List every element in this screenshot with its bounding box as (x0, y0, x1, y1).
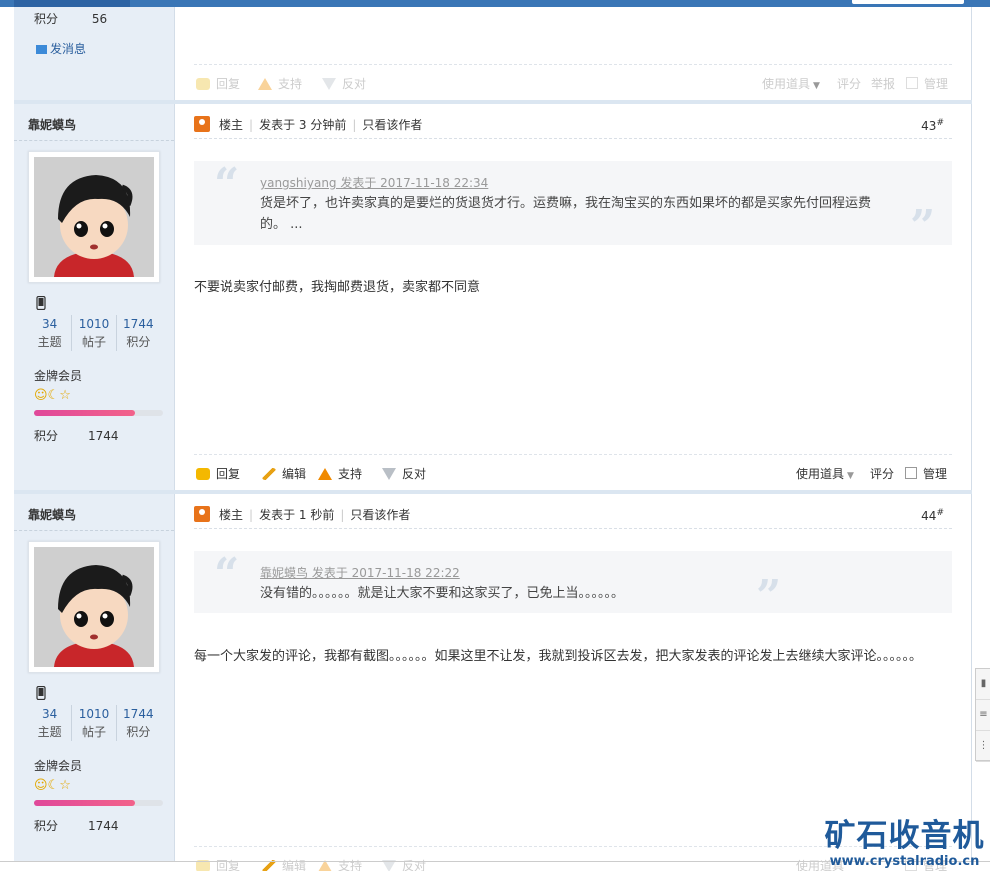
post-separator (14, 490, 972, 494)
watermark-url: www.crystalradio.cn (829, 854, 980, 869)
poster-icon (194, 506, 210, 522)
author-stats: 34 主题 1010 帖子 1744 积分 (28, 705, 160, 741)
reply-icon (196, 78, 210, 90)
oppose-button[interactable]: 反对 (382, 465, 426, 482)
checkbox-icon (905, 467, 917, 479)
search-box[interactable] (852, 0, 964, 4)
avatar[interactable] (28, 151, 160, 283)
chevron-down-icon: ▼ (847, 471, 854, 481)
report-button[interactable]: 举报 (871, 75, 895, 92)
level-progress-fill (34, 800, 135, 806)
quote-block: “ 靠妮蟆鸟 发表于 2017-11-18 22:22 没有错的。。。。。。就是… (194, 549, 952, 619)
author-stats: 34 主题 1010 帖子 1744 积分 (28, 315, 160, 351)
post-header: 楼主 | 发表于 3 分钟前 | 只看该作者 43# (194, 116, 952, 139)
close-quote-icon: ” (910, 201, 936, 252)
credit-row: 积分 1744 (34, 819, 119, 833)
quote-block: “ yangshiyang 发表于 2017-11-18 22:34 货是坏了，… (194, 159, 952, 249)
avatar[interactable] (28, 541, 160, 673)
level-progress-bar (34, 800, 163, 806)
close-quote-icon: ” (756, 571, 782, 622)
oppose-icon (382, 468, 396, 480)
open-quote-icon: “ (214, 549, 240, 600)
support-icon (258, 78, 272, 90)
post-body: 每一个大家发的评论，我都有截图。。。。。。如果这里不让发，我就到投诉区去发，把大… (194, 649, 923, 664)
only-author-link[interactable]: 只看该作者 (350, 508, 410, 522)
user-group[interactable]: 金牌会员 (34, 367, 82, 384)
support-icon (318, 468, 332, 480)
reply-button[interactable]: 回复 (196, 75, 240, 92)
medal-icons: ☺☾☆ (34, 778, 71, 793)
edit-button[interactable]: 编辑 (262, 857, 306, 871)
author-name[interactable]: 靠妮蟆鸟 (28, 116, 76, 133)
watermark-title: 矿石收音机 (824, 818, 985, 854)
top-nav-bar (0, 0, 990, 7)
open-quote-icon: “ (214, 159, 240, 210)
floating-toolbar: ▮ ≡ ⋮ (975, 668, 990, 762)
list-icon[interactable]: ⋮ (976, 731, 990, 762)
credit-row: 积分 1744 (34, 429, 119, 443)
stat-credits[interactable]: 1744 积分 (117, 705, 160, 741)
post-body: 不要说卖家付邮费，我掏邮费退货，卖家都不同意 (194, 280, 481, 295)
checkbox-icon (906, 77, 918, 89)
oppose-button[interactable]: 反对 (322, 75, 366, 92)
op-label: 楼主 (219, 508, 244, 522)
reply-button[interactable]: 回复 (196, 857, 240, 871)
quote-author-link[interactable]: yangshiyang 发表于 2017-11-18 22:34 (260, 174, 488, 191)
quote-text: 货是坏了，也许卖家真的是要烂的货退货才行。运费嘛，我在淘宝买的东西如果坏的都是买… (260, 196, 872, 232)
stat-threads[interactable]: 34 主题 (28, 705, 73, 741)
manage-checkbox[interactable]: 管理 (905, 465, 947, 482)
post-time: 发表于 1 秒前 (259, 508, 335, 522)
pencil-icon (262, 468, 276, 480)
user-group[interactable]: 金牌会员 (34, 757, 82, 774)
content-border (971, 7, 972, 861)
support-button[interactable]: 支持 (258, 75, 302, 92)
stat-threads[interactable]: 34 主题 (28, 315, 73, 351)
post-header: 楼主 | 发表于 1 秒前 | 只看该作者 44# (194, 506, 952, 529)
stat-posts[interactable]: 1010 帖子 (72, 705, 117, 741)
quote-author-link[interactable]: 靠妮蟆鸟 发表于 2017-11-18 22:22 (260, 564, 460, 581)
site-watermark: 矿石收音机 www.crystalradio.cn (822, 818, 987, 870)
poster-icon (194, 116, 210, 132)
divider (14, 140, 174, 141)
rate-button[interactable]: 评分 (837, 75, 861, 92)
divider (14, 530, 174, 531)
support-button[interactable]: 支持 (318, 465, 362, 482)
credit-value: 56 (91, 12, 108, 26)
post-time: 发表于 3 分钟前 (259, 118, 347, 132)
mail-icon (36, 45, 47, 54)
post-reply-icon[interactable]: ≡ (976, 700, 990, 731)
oppose-icon (322, 78, 336, 90)
stat-posts[interactable]: 1010 帖子 (72, 315, 117, 351)
quote-text: 没有错的。。。。。。就是让大家不要和这家买了，已免上当。。。。。。 (260, 586, 625, 601)
op-label: 楼主 (219, 118, 244, 132)
post-actions: 回复 编辑 支持 反对 使用道具 ▼ 评分 管理 (194, 454, 952, 485)
credit-label: 积分 (34, 12, 59, 26)
post-separator (14, 100, 972, 104)
chevron-down-icon: ▼ (813, 81, 820, 91)
credit-row: 积分 56 (34, 10, 107, 27)
use-tool-button[interactable]: 使用道具 ▼ (762, 75, 820, 92)
reply-icon (196, 468, 210, 480)
support-button[interactable]: 支持 (318, 857, 362, 871)
manage-checkbox[interactable]: 管理 (906, 75, 948, 92)
send-message-link[interactable]: 发消息 (36, 40, 86, 57)
level-progress-fill (34, 410, 135, 416)
oppose-button[interactable]: 反对 (382, 857, 426, 871)
floor-number[interactable]: 44# (921, 508, 944, 523)
mobile-icon (36, 685, 48, 701)
author-name[interactable]: 靠妮蟆鸟 (28, 506, 76, 523)
mobile-icon (36, 295, 48, 311)
use-tool-button[interactable]: 使用道具 ▼ (796, 465, 854, 482)
reply-button[interactable]: 回复 (196, 465, 240, 482)
stat-credits[interactable]: 1744 积分 (117, 315, 160, 351)
nav-tab[interactable] (14, 0, 130, 7)
post-actions: 回复 支持 反对 使用道具 ▼ 评分 举报 管理 (194, 64, 952, 95)
floor-number[interactable]: 43# (921, 118, 944, 133)
level-progress-bar (34, 410, 163, 416)
rate-button[interactable]: 评分 (870, 465, 894, 482)
back-to-top-icon[interactable]: ▮ (976, 669, 990, 700)
medal-icons: ☺☾☆ (34, 388, 71, 403)
edit-button[interactable]: 编辑 (262, 465, 306, 482)
only-author-link[interactable]: 只看该作者 (362, 118, 422, 132)
